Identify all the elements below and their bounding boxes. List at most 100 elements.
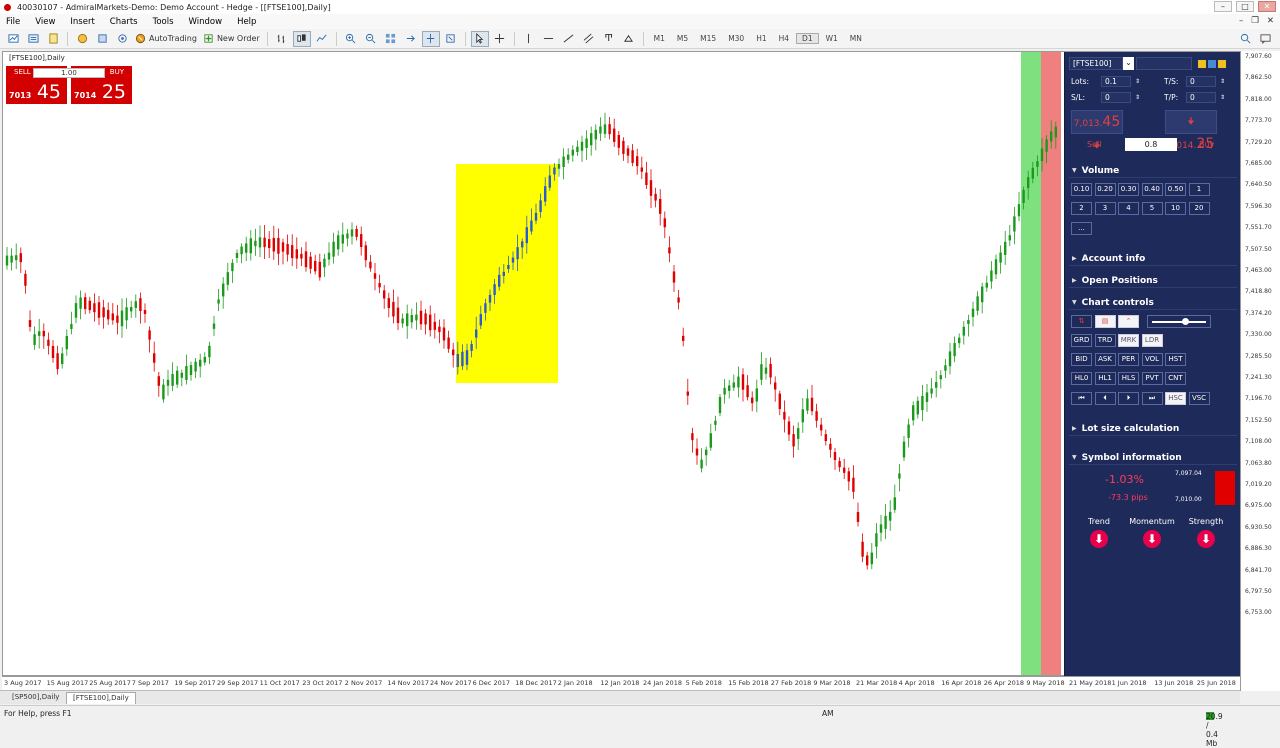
new-order-button[interactable]: New Order (201, 31, 262, 47)
chat-icon[interactable] (1256, 31, 1274, 47)
volume-more-button[interactable]: ... (1071, 222, 1092, 235)
market-watch-button[interactable] (44, 31, 62, 47)
chart-control-button[interactable]: HST (1165, 353, 1186, 366)
timeframe-m15[interactable]: M15 (695, 34, 721, 43)
panel-buy-button[interactable]: 🠋 7,014.25 (1165, 110, 1217, 152)
volume-button[interactable]: 4 (1118, 202, 1139, 215)
tp-spinner[interactable]: ⇕ (1220, 94, 1225, 101)
chart-type-icon[interactable]: ▤ (1094, 315, 1116, 328)
child-close-button[interactable]: ✕ (1267, 16, 1274, 26)
volume-button[interactable]: 20 (1188, 202, 1210, 215)
zoom-slider[interactable] (1147, 315, 1211, 328)
timeframe-mn[interactable]: MN (845, 34, 867, 43)
child-restore-button[interactable]: ❐ (1251, 16, 1259, 26)
navigator-button[interactable] (73, 31, 91, 47)
skip-end-icon[interactable]: ⏭ (1141, 392, 1163, 405)
menu-view[interactable]: View (35, 17, 55, 27)
zoom-in-button[interactable] (342, 31, 360, 47)
candlestick-button[interactable] (292, 30, 311, 47)
chart-shift-button[interactable] (421, 30, 440, 47)
timeframe-m5[interactable]: M5 (672, 34, 693, 43)
volume-button[interactable]: 0.20 (1094, 183, 1116, 196)
up-icon[interactable]: ⌃ (1118, 315, 1139, 328)
menu-tools[interactable]: Tools (153, 17, 174, 27)
chart-control-button[interactable]: HLS (1118, 372, 1139, 385)
autoscroll-button[interactable] (402, 31, 420, 47)
sl-input[interactable]: 0 (1101, 92, 1131, 103)
chart-control-button[interactable]: PVT (1141, 372, 1163, 385)
volume-button[interactable]: 5 (1141, 202, 1163, 215)
chart-control-button[interactable]: ASK (1094, 353, 1116, 366)
menu-window[interactable]: Window (189, 17, 223, 27)
tester-button[interactable] (113, 31, 131, 47)
cursor-tool[interactable] (470, 30, 489, 47)
channel-tool[interactable] (580, 31, 598, 47)
chart-control-button[interactable]: LDR (1141, 334, 1163, 347)
chart-controls-header[interactable]: ▼ Chart controls (1069, 296, 1237, 310)
tile-windows-button[interactable] (382, 31, 400, 47)
timeframe-m30[interactable]: M30 (723, 34, 749, 43)
chart-control-button[interactable]: VOL (1141, 353, 1163, 366)
step-back-icon[interactable]: ⏴ (1094, 392, 1116, 405)
crosshair-tool[interactable] (491, 31, 509, 47)
sl-spinner[interactable]: ⇕ (1135, 94, 1140, 101)
account-info-header[interactable]: ▶ Account info (1069, 252, 1237, 266)
child-minimize-button[interactable]: – (1239, 16, 1243, 26)
volume-section-header[interactable]: ▼ Volume (1069, 164, 1237, 178)
step-forward-icon[interactable]: ⏵ (1118, 392, 1139, 405)
info-icon[interactable] (1208, 59, 1216, 68)
chart-control-button[interactable]: HSC (1165, 392, 1186, 405)
volume-button[interactable]: 2 (1071, 202, 1092, 215)
timeframe-h4[interactable]: H4 (774, 34, 794, 43)
settings-icon[interactable] (1198, 59, 1206, 68)
symbol-select[interactable]: [FTSE100] (1069, 57, 1123, 70)
chart-control-button[interactable]: MRK (1118, 334, 1139, 347)
volume-button[interactable]: 10 (1165, 202, 1186, 215)
lot-size-input[interactable]: 1.00 (33, 68, 105, 78)
shapes-tool[interactable] (620, 31, 638, 47)
skip-start-icon[interactable]: ⏮ (1071, 392, 1092, 405)
timeframe-h1[interactable]: H1 (751, 34, 771, 43)
volume-button[interactable]: 3 (1094, 202, 1116, 215)
lot-calc-header[interactable]: ▶ Lot size calculation (1069, 422, 1237, 436)
profiles-button[interactable] (24, 31, 42, 47)
new-chart-button[interactable] (4, 31, 22, 47)
trendline-tool[interactable] (560, 31, 578, 47)
symbol-search-input[interactable] (1136, 57, 1192, 70)
chart-control-button[interactable]: GRD (1071, 334, 1092, 347)
menu-file[interactable]: File (6, 17, 20, 27)
minimize-panel-icon[interactable] (1218, 59, 1226, 68)
volume-button[interactable]: 0.40 (1141, 183, 1163, 196)
timeframe-d1[interactable]: D1 (796, 33, 819, 44)
ts-input[interactable]: 0 (1186, 76, 1217, 87)
text-tool[interactable]: Ͳ (600, 31, 618, 47)
chart-control-button[interactable]: HL0 (1071, 372, 1092, 385)
volume-button[interactable]: 0.50 (1165, 183, 1186, 196)
tp-input[interactable]: 0 (1186, 92, 1217, 103)
symbol-info-header[interactable]: ▼ Symbol information (1069, 451, 1237, 465)
chart-control-button[interactable]: CNT (1165, 372, 1186, 385)
chart-control-button[interactable]: BID (1071, 353, 1092, 366)
open-positions-header[interactable]: ▶ Open Positions (1069, 274, 1237, 288)
chart-control-button[interactable]: TRD (1094, 334, 1116, 347)
timeframe-w1[interactable]: W1 (821, 34, 843, 43)
menu-charts[interactable]: Charts (110, 17, 138, 27)
bar-chart-button[interactable] (273, 31, 291, 47)
indicators-button[interactable] (442, 31, 460, 47)
line-chart-button[interactable] (313, 31, 331, 47)
search-icon[interactable] (1236, 31, 1254, 47)
chart-control-button[interactable]: PER (1118, 353, 1139, 366)
chart-control-button[interactable]: HL1 (1094, 372, 1116, 385)
price-chart[interactable]: [FTSE100],Daily SELL 7013 45 BUY 7014 25… (2, 51, 1240, 676)
close-button[interactable]: ✕ (1258, 1, 1276, 12)
chevron-down-icon[interactable]: ⌄ (1123, 57, 1134, 70)
tab-ftse100[interactable]: [FTSE100],Daily (66, 692, 136, 704)
horizontal-line-tool[interactable] (540, 31, 558, 47)
menu-help[interactable]: Help (237, 17, 256, 27)
menu-insert[interactable]: Insert (70, 17, 94, 27)
chart-control-button[interactable]: VSC (1188, 392, 1210, 405)
lots-spinner[interactable]: ⇕ (1135, 78, 1140, 85)
vertical-line-tool[interactable] (520, 31, 538, 47)
terminal-button[interactable] (93, 31, 111, 47)
sort-icon[interactable]: ⇅ (1071, 315, 1092, 328)
